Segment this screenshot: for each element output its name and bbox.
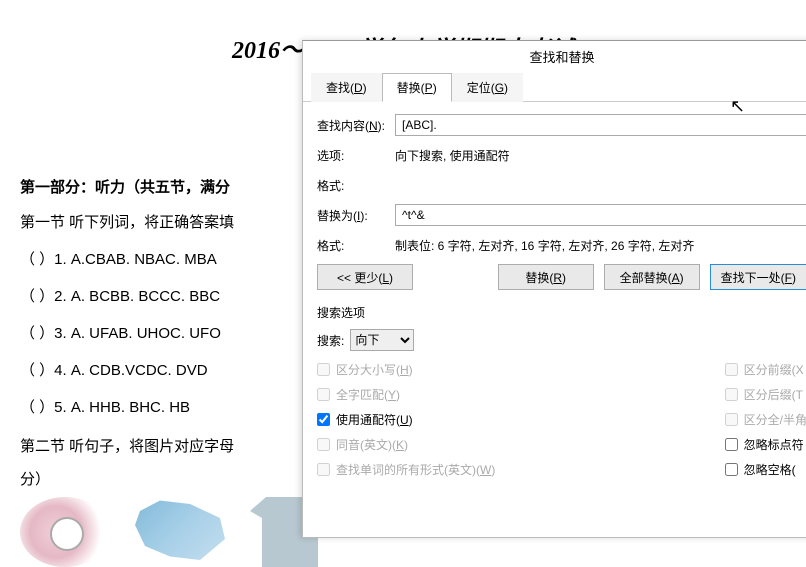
replace-input[interactable] (395, 204, 806, 226)
format2-label: 格式: (317, 237, 395, 254)
dialog-title: 查找和替换 (303, 41, 806, 72)
replace-all-button[interactable]: 全部替换(A) (604, 264, 700, 290)
cb-prefix[interactable]: 区分前缀(X (725, 361, 806, 378)
cb-sounds-like[interactable]: 同音(英文)(K) (317, 436, 495, 453)
search-direction-row: 搜索: 向下 (317, 329, 806, 351)
find-label: 查找内容(N): (317, 117, 395, 134)
replace-button[interactable]: 替换(R) (498, 264, 594, 290)
replace-label: 替换为(I): (317, 207, 395, 224)
tab-find[interactable]: 查找(D) (311, 73, 382, 102)
dialog-form: 查找内容(N): 选项: 向下搜索, 使用通配符 格式: 替换为(I): 格式:… (303, 102, 806, 490)
map-image (130, 497, 230, 567)
options-label: 选项: (317, 147, 395, 164)
less-button[interactable]: << 更少(L) (317, 264, 413, 290)
options-value: 向下搜索, 使用通配符 (395, 147, 806, 164)
tab-bar: 查找(D) 替换(P) 定位(G) (303, 72, 806, 102)
cb-full-half[interactable]: 区分全/半角 (725, 411, 806, 428)
right-checks: 区分前缀(X 区分后缀(T 区分全/半角 忽略标点符 忽略空格( (725, 361, 806, 478)
button-row: << 更少(L) 替换(R) 全部替换(A) 查找下一处(F) (317, 264, 806, 290)
cb-match-case[interactable]: 区分大小写(H) (317, 361, 495, 378)
search-label: 搜索: (317, 332, 344, 349)
watch-image (20, 497, 110, 567)
tab-goto[interactable]: 定位(G) (452, 73, 523, 102)
format2-value: 制表位: 6 字符, 左对齐, 16 字符, 左对齐, 26 字符, 左对齐 (395, 237, 806, 254)
search-direction-select[interactable]: 向下 (350, 329, 414, 351)
cb-suffix[interactable]: 区分后缀(T (725, 386, 806, 403)
search-options-title: 搜索选项 (317, 304, 806, 321)
find-replace-dialog: 查找和替换 查找(D) 替换(P) 定位(G) 查找内容(N): 选项: 向下搜… (302, 40, 806, 538)
find-input[interactable] (395, 114, 806, 136)
cb-ignore-space[interactable]: 忽略空格( (725, 461, 806, 478)
cb-ignore-punct[interactable]: 忽略标点符 (725, 436, 806, 453)
format-label: 格式: (317, 177, 395, 194)
cb-whole-word[interactable]: 全字匹配(Y) (317, 386, 495, 403)
tab-replace[interactable]: 替换(P) (382, 73, 452, 102)
left-checks: 区分大小写(H) 全字匹配(Y) 使用通配符(U) 同音(英文)(K) 查找单词… (317, 361, 495, 478)
cb-all-forms[interactable]: 查找单词的所有形式(英文)(W) (317, 461, 495, 478)
cb-wildcards[interactable]: 使用通配符(U) (317, 411, 495, 428)
find-next-button[interactable]: 查找下一处(F) (710, 264, 806, 290)
